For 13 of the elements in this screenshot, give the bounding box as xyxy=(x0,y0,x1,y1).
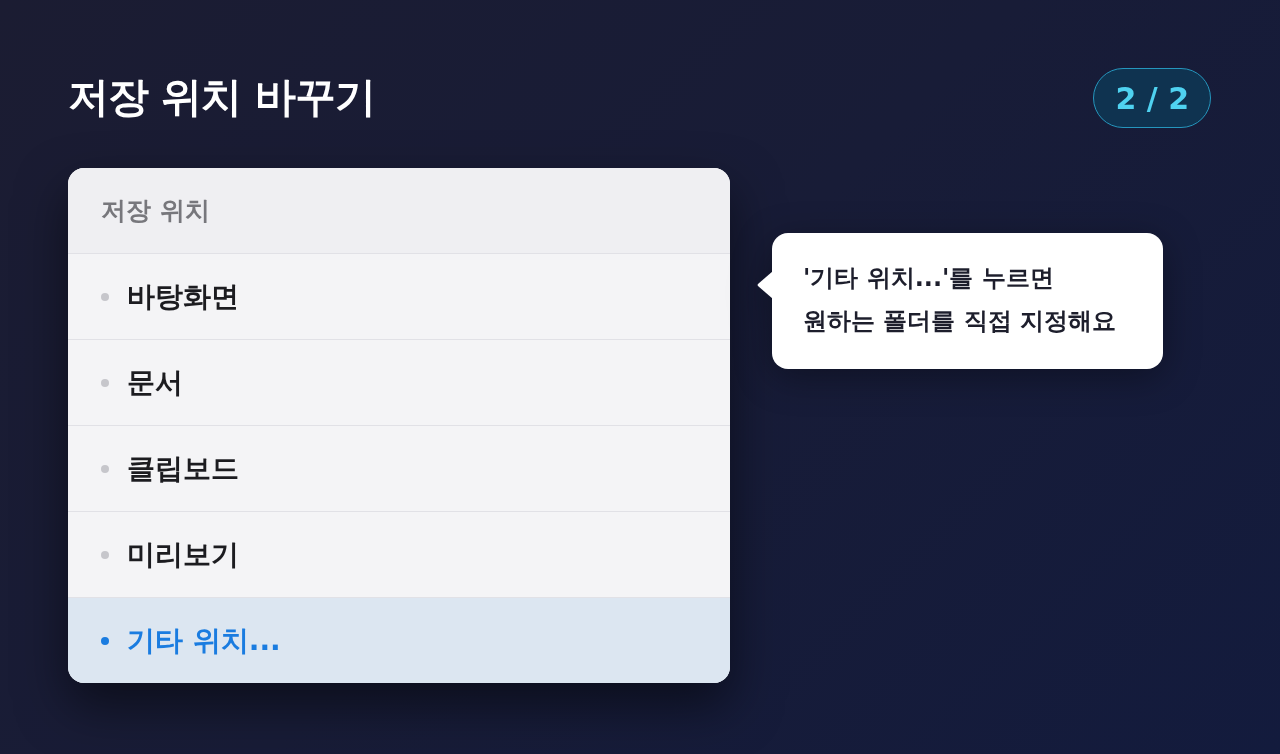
bullet-dot-icon xyxy=(101,378,109,387)
callout-text: '기타 위치...'를 누르면 원하는 폴더를 직접 지정해요 xyxy=(803,263,1118,337)
bullet-dot-icon xyxy=(101,550,109,559)
menu-item[interactable]: 바탕화면 xyxy=(68,253,730,339)
slide-title: 저장 위치 바꾸기 xyxy=(68,73,375,123)
menu-item[interactable]: 미리보기 xyxy=(68,511,730,597)
menu-item[interactable]: 문서 xyxy=(68,339,730,425)
page-indicator: 2 / 2 xyxy=(1093,68,1211,128)
bullet-dot-icon xyxy=(101,464,109,473)
menu-header: 저장 위치 xyxy=(101,195,210,227)
bullet-dot-icon xyxy=(101,636,109,645)
bullet-dot-icon xyxy=(101,292,109,301)
menu-item[interactable]: 클립보드 xyxy=(68,425,730,511)
